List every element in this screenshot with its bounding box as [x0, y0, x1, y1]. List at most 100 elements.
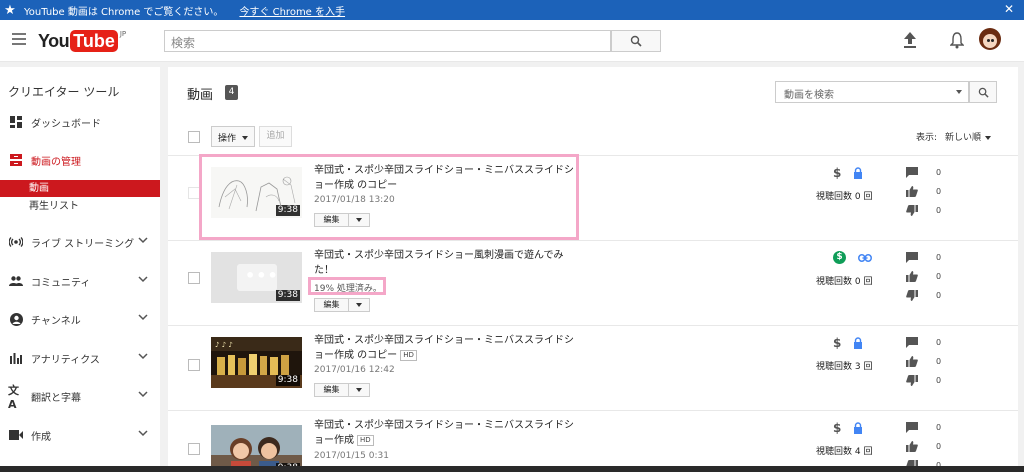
thumbs-up-icon: [906, 186, 918, 197]
avatar[interactable]: [979, 28, 1001, 50]
comment-icon: [906, 422, 918, 433]
sidebar-item-playlists[interactable]: 再生リスト: [0, 198, 160, 215]
search-button[interactable]: [611, 30, 661, 52]
video-title-link[interactable]: 辛団式・スポ少辛団スライドショー・ミニバススライドショー作成 のコピー HD: [314, 333, 574, 363]
close-icon[interactable]: ✕: [1004, 2, 1014, 16]
sort-dropdown[interactable]: 新しい順: [945, 130, 992, 143]
analytics-icon: [8, 352, 24, 364]
video-thumbnail[interactable]: 9:38: [211, 425, 302, 472]
dollar-icon[interactable]: $: [833, 166, 841, 180]
row-checkbox[interactable]: [188, 443, 200, 455]
sidebar-item-channel[interactable]: チャンネル: [0, 309, 160, 329]
lock-icon[interactable]: [853, 167, 863, 179]
sidebar-item-video-manager[interactable]: 動画の管理: [0, 150, 160, 170]
caret-down-icon[interactable]: [956, 90, 962, 94]
comment-count: 0: [936, 168, 942, 177]
like-stat[interactable]: 0: [906, 441, 946, 455]
thumbs-up-icon: [906, 271, 918, 282]
thumbs-down-icon: [906, 375, 918, 386]
sidebar-label: ダッシュボード: [31, 118, 101, 130]
comment-stat[interactable]: 0: [906, 337, 946, 351]
hd-badge: HD: [400, 349, 417, 361]
like-count: 0: [936, 272, 942, 281]
edit-button-group[interactable]: 編集: [314, 383, 370, 397]
sort-value: 新しい順: [945, 133, 982, 143]
monetized-dollar-icon[interactable]: $: [833, 251, 846, 264]
get-chrome-link[interactable]: 今すぐ Chrome を入手: [239, 3, 345, 18]
select-all-checkbox[interactable]: [188, 131, 200, 143]
sidebar-item-videos[interactable]: 動画: [0, 180, 160, 197]
dislike-stat[interactable]: 0: [906, 290, 946, 304]
video-thumbnail[interactable]: ♪ ♪ ♪ 9:38: [211, 337, 302, 388]
dislike-stat[interactable]: 0: [906, 205, 946, 219]
sidebar-item-analytics[interactable]: アナリティクス: [0, 348, 160, 368]
upload-icon[interactable]: [903, 31, 917, 49]
comment-icon: [906, 167, 918, 178]
video-count-badge: 4: [225, 85, 238, 100]
row-checkbox[interactable]: [188, 272, 200, 284]
thumbs-up-icon: [906, 356, 918, 367]
actions-button[interactable]: 操作: [211, 126, 255, 147]
link-icon[interactable]: [858, 253, 872, 262]
like-count: 0: [936, 442, 942, 451]
video-camera-icon: [8, 430, 24, 440]
like-count: 0: [936, 357, 942, 366]
sidebar-item-translations[interactable]: 文A 翻訳と字幕: [0, 384, 160, 411]
sidebar-item-live[interactable]: ライブ ストリーミング: [0, 232, 160, 252]
creator-sidebar: クリエイター ツール ダッシュボード 動画の管理 動画 再生リスト ライブ スト…: [0, 67, 160, 472]
banner-message: YouTube 動画は Chrome でご覧ください。: [24, 6, 224, 18]
dislike-count: 0: [936, 206, 942, 215]
account-circle-icon: [8, 312, 24, 326]
edit-button[interactable]: 編集: [315, 299, 349, 311]
sidebar-label: コミュニティ: [31, 277, 91, 289]
dislike-stat[interactable]: 0: [906, 375, 946, 389]
like-count: 0: [936, 187, 942, 196]
video-date: 2017/01/16 12:42: [314, 365, 395, 375]
lock-icon[interactable]: [853, 422, 863, 434]
edit-button-group[interactable]: 編集: [314, 298, 370, 312]
video-search-button[interactable]: [969, 81, 997, 103]
comment-stat[interactable]: 0: [906, 422, 946, 436]
dollar-icon[interactable]: $: [833, 421, 841, 435]
youtube-logo[interactable]: You Tube JP: [38, 30, 126, 52]
video-row: ••• 9:38 辛団式・スポ少辛団スライドショー風刺漫画で遊んでみた！ 19%…: [168, 241, 1018, 325]
community-icon: [8, 276, 24, 286]
search-icon: [630, 35, 642, 47]
like-stat[interactable]: 0: [906, 271, 946, 285]
sidebar-item-create[interactable]: 作成: [0, 425, 160, 445]
view-count: 視聴回数 3 回: [816, 362, 873, 372]
chevron-down-icon: [138, 314, 148, 321]
edit-dropdown-caret[interactable]: [349, 299, 369, 311]
comment-count: 0: [936, 253, 942, 262]
edit-button[interactable]: 編集: [315, 384, 349, 396]
dollar-icon[interactable]: $: [833, 336, 841, 350]
view-count: 視聴回数 4 回: [816, 447, 873, 457]
sidebar-title: クリエイター ツール: [8, 85, 120, 99]
comment-stat[interactable]: 0: [906, 167, 946, 181]
video-thumbnail[interactable]: ••• 9:38: [211, 252, 302, 303]
edit-dropdown-caret[interactable]: [349, 384, 369, 396]
video-title-link[interactable]: 辛団式・スポ少辛団スライドショー・ミニバススライドショー作成 HD: [314, 418, 574, 448]
sidebar-label: アナリティクス: [31, 354, 100, 366]
like-stat[interactable]: 0: [906, 186, 946, 200]
sidebar-item-dashboard[interactable]: ダッシュボード: [0, 112, 160, 132]
thumbs-up-icon: [906, 441, 918, 452]
sidebar-item-community[interactable]: コミュニティ: [0, 271, 160, 291]
view-count: 視聴回数 0 回: [816, 192, 873, 202]
add-to-button[interactable]: 追加: [259, 126, 292, 147]
menu-icon[interactable]: [12, 33, 26, 48]
ellipsis-icon: •••: [245, 266, 279, 285]
comment-icon: [906, 252, 918, 263]
like-stat[interactable]: 0: [906, 356, 946, 370]
annotation-highlight-box: [308, 277, 386, 295]
video-search-input[interactable]: 動画を検索: [775, 81, 969, 103]
search-input[interactable]: 検索: [164, 30, 611, 52]
chevron-down-icon: [138, 237, 148, 244]
comment-stat[interactable]: 0: [906, 252, 946, 266]
bell-icon[interactable]: [950, 31, 964, 49]
sidebar-label: ライブ ストリーミング: [31, 238, 135, 250]
hd-badge: HD: [357, 434, 374, 446]
row-checkbox[interactable]: [188, 359, 200, 371]
video-title-link[interactable]: 辛団式・スポ少辛団スライドショー風刺漫画で遊んでみた！: [314, 248, 566, 278]
lock-icon[interactable]: [853, 337, 863, 349]
